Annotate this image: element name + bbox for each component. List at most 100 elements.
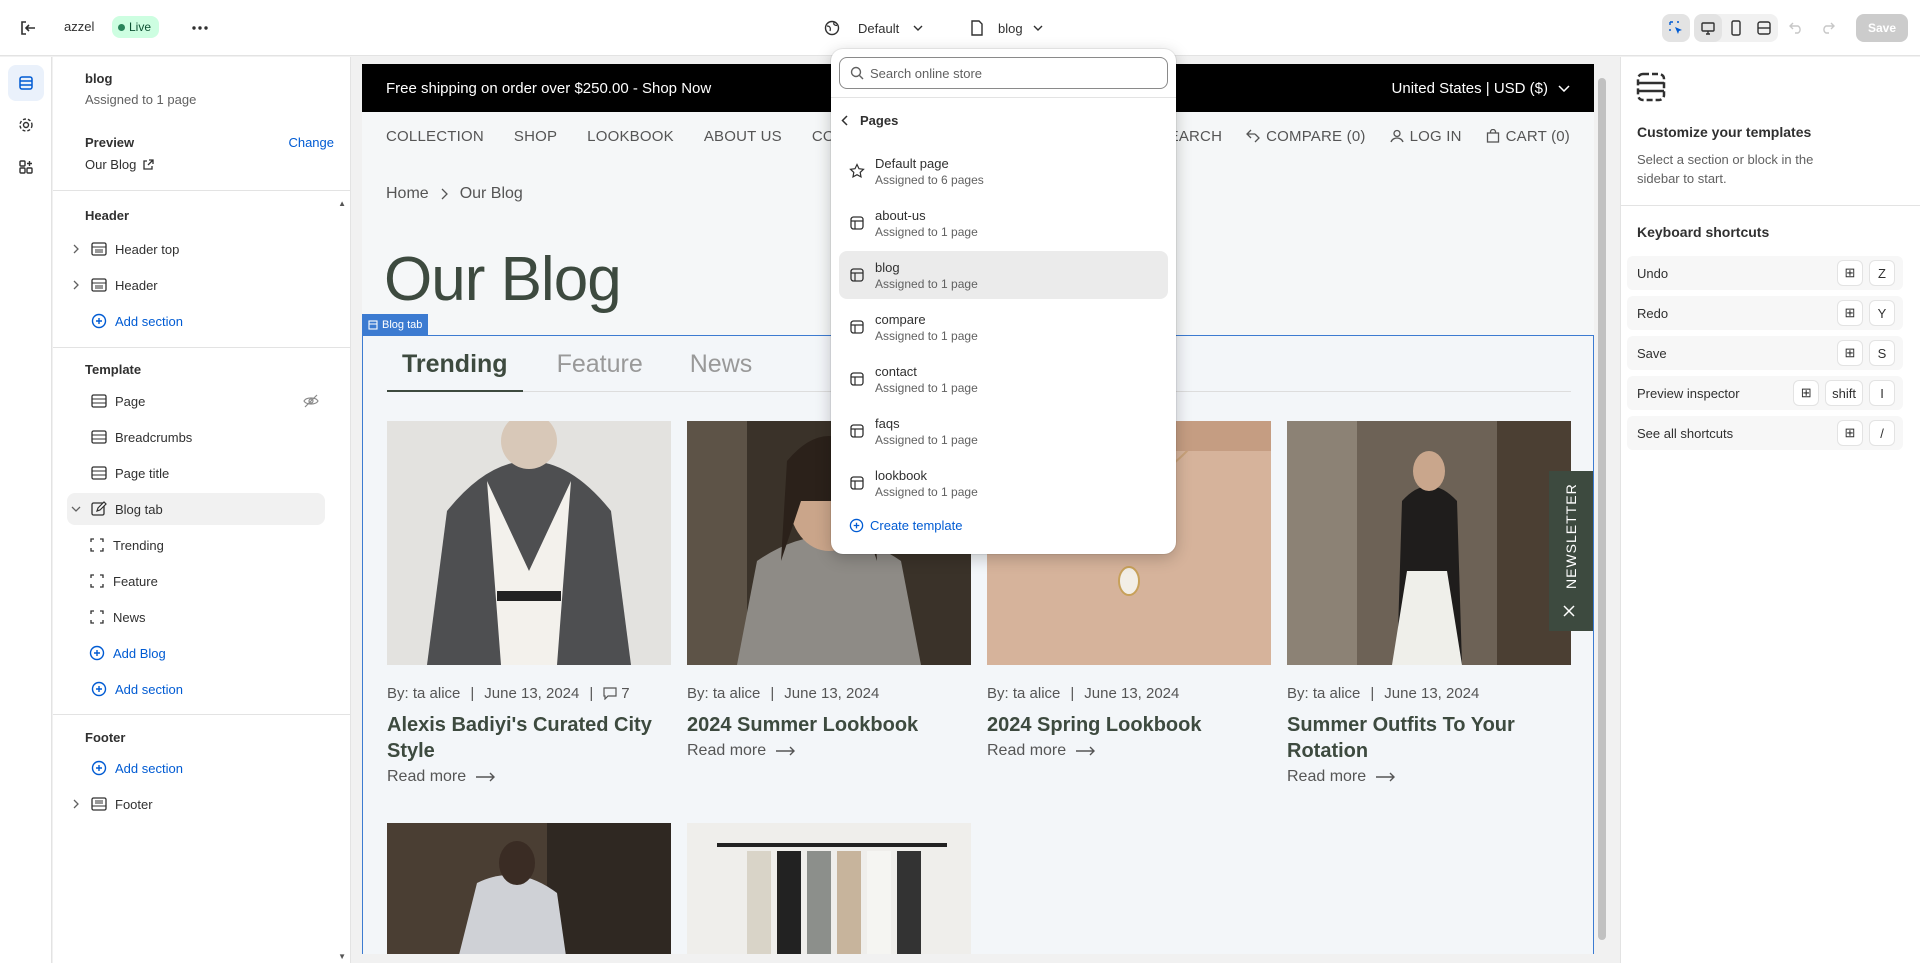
post-author: By: ta alice [987, 685, 1061, 702]
preview-scrollbar[interactable] [1596, 64, 1608, 954]
add-section-footer-button[interactable]: Add section [67, 752, 325, 784]
icon-rail [0, 57, 52, 963]
hidden-eye-icon[interactable] [303, 394, 319, 408]
scroll-down-icon[interactable]: ▼ [338, 952, 346, 961]
chevron-down-icon[interactable] [67, 506, 85, 512]
template-option[interactable]: lookbook Assigned to 1 page [839, 459, 1168, 507]
template-option[interactable]: contact Assigned to 1 page [839, 355, 1168, 403]
template-option[interactable]: Default page Assigned to 6 pages [839, 147, 1168, 195]
section-label: Page title [115, 465, 170, 481]
section-page[interactable]: Page [67, 385, 325, 417]
nav-link-shop[interactable]: SHOP [514, 128, 557, 145]
post-title[interactable]: Alexis Badiyi's Curated City Style [387, 712, 671, 764]
nav-link-about[interactable]: ABOUT US [704, 128, 782, 145]
template-option[interactable]: compare Assigned to 1 page [839, 303, 1168, 351]
selection-tag[interactable]: Blog tab [362, 314, 429, 336]
region-selector[interactable]: United States | USD ($) [1392, 80, 1570, 97]
post-image[interactable] [687, 823, 971, 954]
nav-actions: SEARCH COMPARE (0) LOG IN CART (0) [1158, 128, 1570, 145]
search-input[interactable] [870, 65, 1150, 81]
post-date: June 13, 2024 [1084, 685, 1180, 702]
post-image[interactable] [1287, 421, 1571, 665]
option-name: faqs [875, 415, 900, 431]
post-image[interactable] [387, 823, 671, 954]
section-blog-tab[interactable]: Blog tab [67, 493, 325, 525]
block-feature[interactable]: Feature [83, 565, 325, 597]
template-option[interactable]: faqs Assigned to 1 page [839, 407, 1168, 455]
save-button[interactable]: Save [1855, 14, 1908, 42]
nav-link-lookbook[interactable]: LOOKBOOK [587, 128, 674, 145]
exit-icon[interactable] [16, 16, 40, 40]
blog-post-card[interactable] [687, 823, 971, 954]
chevron-right-icon[interactable] [67, 799, 85, 809]
nav-cart[interactable]: CART (0) [1486, 128, 1570, 145]
section-header[interactable]: Header [67, 269, 325, 301]
page-icon [970, 20, 984, 36]
sections-icon[interactable] [8, 65, 44, 101]
block-news[interactable]: News [83, 601, 325, 633]
chevron-right-icon[interactable] [67, 280, 85, 290]
inspector-icon[interactable] [1661, 14, 1690, 42]
close-icon[interactable] [1563, 605, 1575, 617]
rows-icon [89, 466, 109, 480]
blog-post-card[interactable]: By: ta alice | June 13, 2024 Summer Outfit… [1287, 421, 1571, 786]
footer-section-icon [89, 797, 109, 811]
scrollbar-thumb[interactable] [1598, 78, 1606, 940]
section-page-title[interactable]: Page title [67, 457, 325, 489]
mobile-icon[interactable] [1722, 14, 1750, 42]
preview-value[interactable]: Our Blog [85, 157, 154, 172]
read-more-link[interactable]: Read more [987, 742, 1271, 760]
read-more-link[interactable]: Read more [1287, 768, 1571, 786]
add-section-header-button[interactable]: Add section [67, 305, 325, 337]
add-blog-button[interactable]: Add Blog [83, 637, 325, 669]
theme-selector[interactable]: Default [816, 14, 931, 42]
read-more-link[interactable]: Read more [387, 768, 671, 786]
template-selector[interactable]: blog [962, 14, 1051, 42]
option-name: Default page [875, 155, 949, 171]
scroll-up-icon[interactable]: ▲ [338, 199, 346, 208]
option-sub: Assigned to 1 page [875, 328, 978, 343]
post-title[interactable]: 2024 Summer Lookbook [687, 712, 971, 738]
create-template-button[interactable]: Create template [849, 518, 963, 533]
undo-icon[interactable] [1782, 14, 1810, 42]
header-section-icon [89, 242, 109, 256]
section-footer[interactable]: Footer [67, 788, 325, 820]
more-actions-icon[interactable] [188, 16, 212, 40]
block-trending[interactable]: Trending [83, 529, 325, 561]
option-name: contact [875, 363, 917, 379]
announcement-text[interactable]: Free shipping on order over $250.00 - Sh… [386, 80, 711, 97]
breadcrumb-home[interactable]: Home [386, 185, 429, 203]
template-option[interactable]: about-us Assigned to 1 page [839, 199, 1168, 247]
chevron-right-icon[interactable] [67, 244, 85, 254]
section-breadcrumbs[interactable]: Breadcrumbs [67, 421, 325, 453]
blog-post-card[interactable]: By: ta alice | June 13, 2024 | 7 Alexis Badi… [387, 421, 671, 786]
desktop-icon[interactable] [1693, 14, 1722, 42]
post-title[interactable]: 2024 Spring Lookbook [987, 712, 1271, 738]
settings-gear-icon[interactable] [8, 107, 44, 143]
blog-post-card[interactable] [387, 823, 671, 954]
post-image[interactable] [387, 421, 671, 665]
add-section-template-button[interactable]: Add section [67, 673, 325, 705]
post-title[interactable]: Summer Outfits To Your Rotation [1287, 712, 1571, 764]
redo-icon[interactable] [1814, 14, 1842, 42]
fullwidth-icon[interactable] [1750, 14, 1778, 42]
nav-login[interactable]: LOG IN [1389, 128, 1462, 145]
newsletter-tab[interactable]: NEWSLETTER [1549, 471, 1593, 631]
post-meta: By: ta alice | June 13, 2024 [687, 685, 880, 702]
breadcrumb-current: Our Blog [459, 185, 523, 202]
apps-icon[interactable] [8, 149, 44, 185]
tab-news[interactable]: News [658, 350, 768, 392]
read-more-link[interactable]: Read more [687, 742, 971, 760]
nav-link-collection[interactable]: COLLECTION [386, 128, 484, 145]
section-header-top[interactable]: Header top [67, 233, 325, 265]
live-badge-label: Live [129, 20, 152, 34]
tab-feature[interactable]: Feature [523, 350, 658, 392]
template-option[interactable]: blog Assigned to 1 page [839, 251, 1168, 299]
change-preview-link[interactable]: Change [288, 135, 334, 150]
tab-trending[interactable]: Trending [387, 350, 523, 392]
shortcut-row[interactable]: See all shortcuts ⊞ / [1627, 416, 1903, 450]
block-icon [368, 320, 378, 330]
pages-back-header[interactable]: Pages [841, 105, 898, 135]
nav-compare[interactable]: COMPARE (0) [1246, 128, 1365, 145]
search-field[interactable] [839, 57, 1168, 89]
